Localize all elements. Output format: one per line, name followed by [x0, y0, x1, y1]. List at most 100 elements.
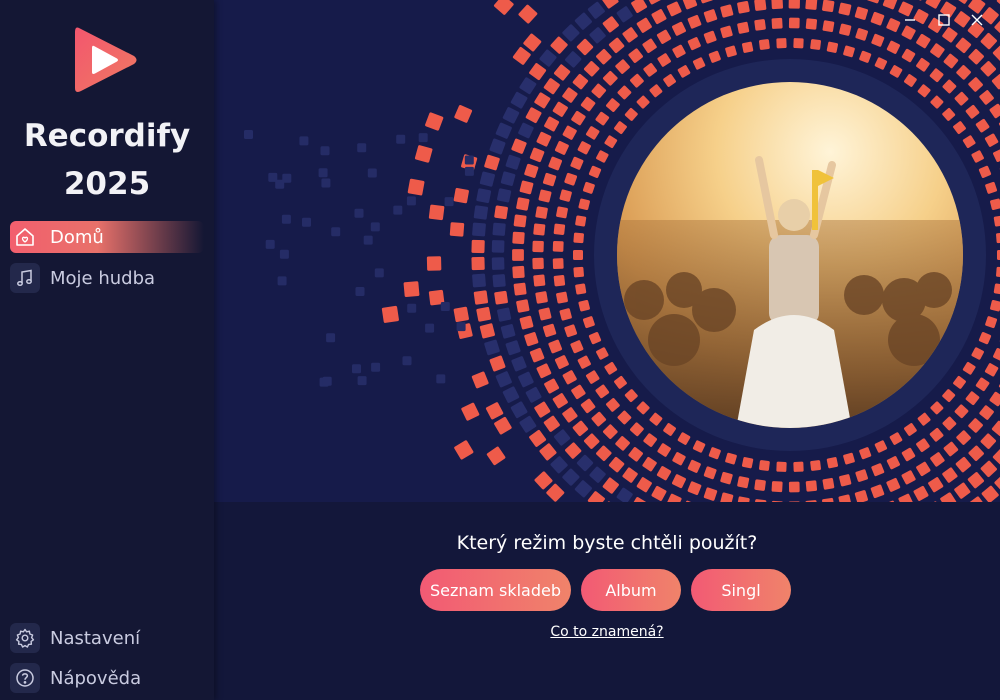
equalizer-tile [993, 348, 1000, 362]
equalizer-tile [578, 198, 590, 211]
background-tile [406, 196, 416, 206]
equalizer-tile [708, 447, 721, 460]
close-icon[interactable] [967, 10, 987, 30]
equalizer-tile [543, 78, 560, 95]
playlist-button[interactable]: Seznam skladeb [420, 569, 571, 611]
equalizer-tile [720, 492, 734, 502]
equalizer-tile [529, 429, 547, 447]
equalizer-tile [536, 363, 552, 379]
equalizer-tile [980, 433, 997, 449]
minimize-icon[interactable] [900, 10, 920, 30]
equalizer-tile [725, 45, 737, 58]
background-tile [370, 222, 380, 232]
equalizer-tile [524, 332, 539, 347]
equalizer-tile [570, 340, 584, 354]
background-tile [374, 268, 384, 278]
equalizer-tile [562, 87, 578, 103]
equalizer-tile [576, 38, 594, 56]
sidebar-item-label: Nápověda [50, 667, 142, 689]
equalizer-tile [536, 131, 552, 147]
equalizer-tile [449, 222, 465, 237]
equalizer-tile [583, 433, 600, 449]
equalizer-tile [575, 283, 587, 295]
mode-question: Který režim byste chtěli použít? [456, 532, 758, 554]
background-tile [318, 168, 328, 178]
equalizer-tile [942, 389, 956, 403]
equalizer-tile [771, 17, 783, 29]
equalizer-tile [407, 178, 425, 196]
equalizer-tile [975, 118, 990, 133]
background-tile [393, 205, 403, 215]
equalizer-tile [614, 375, 627, 389]
background-tile [402, 356, 412, 366]
equalizer-tile [512, 46, 531, 65]
sidebar-item-home[interactable]: Domů [10, 221, 204, 253]
equalizer-tile [587, 1, 605, 19]
equalizer-tile [553, 64, 571, 81]
equalizer-tile [562, 468, 580, 486]
equalizer-tile [518, 371, 534, 388]
equalizer-tile [979, 90, 994, 105]
mode-selection-panel: Který režim byste chtěli použít? Seznam … [214, 502, 1000, 700]
maximize-icon[interactable] [934, 10, 954, 30]
equalizer-tile [985, 316, 998, 329]
equalizer-tile [886, 477, 901, 492]
equalizer-tile [572, 420, 589, 437]
equalizer-tile [529, 63, 547, 81]
what-does-it-mean-link[interactable]: Co to znamená? [214, 624, 1000, 640]
equalizer-tile [518, 122, 534, 139]
equalizer-tile [588, 332, 602, 345]
app-title-line2: 2025 [63, 166, 151, 202]
equalizer-tile [953, 121, 966, 135]
equalizer-tile [512, 265, 525, 279]
equalizer-tile [426, 256, 442, 271]
equalizer-tile [656, 466, 672, 481]
equalizer-tile [708, 50, 721, 63]
equalizer-tile [788, 17, 800, 29]
equalizer-tile [994, 474, 1000, 492]
album-button[interactable]: Album [581, 569, 681, 611]
background-tile [363, 235, 373, 245]
equalizer-tile [910, 0, 927, 1]
equalizer-tile [980, 32, 997, 50]
equalizer-tile [930, 452, 945, 467]
equalizer-tile [577, 355, 591, 369]
equalizer-tile [741, 41, 754, 53]
equalizer-tile [980, 460, 997, 478]
equalizer-tile [867, 0, 882, 4]
equalizer-tile [542, 172, 557, 187]
equalizer-tile [606, 398, 620, 412]
sidebar-item-settings[interactable]: Nastavení [10, 622, 204, 654]
equalizer-tile [510, 401, 528, 419]
equalizer-tile [454, 105, 473, 123]
equalizer-tile [943, 53, 959, 69]
equalizer-tile [497, 307, 512, 322]
single-button[interactable]: Singl [691, 569, 791, 611]
equalizer-tile [578, 299, 590, 312]
equalizer-tile [871, 463, 885, 477]
sidebar-item-help[interactable]: Nápověda [10, 662, 204, 694]
equalizer-tile [519, 315, 534, 330]
equalizer-tile [942, 467, 958, 483]
equalizer-tile [492, 222, 506, 236]
equalizer-tile [454, 440, 474, 460]
background-tile [456, 322, 466, 332]
equalizer-tile [485, 402, 504, 420]
equalizer-tile [672, 474, 686, 489]
background-tile [321, 178, 331, 188]
equalizer-tile [497, 188, 512, 203]
equalizer-tile [622, 27, 638, 43]
equalizer-tile [666, 493, 682, 502]
background-tile [320, 146, 330, 156]
background-tile [331, 227, 341, 237]
equalizer-tile [967, 472, 985, 489]
equalizer-tile [573, 250, 583, 260]
equalizer-tile [519, 415, 537, 433]
equalizer-tile [955, 456, 972, 473]
sidebar-item-my-music[interactable]: Moje hudba [10, 262, 204, 294]
equalizer-tile [596, 48, 612, 65]
equalizer-tile [473, 205, 489, 220]
equalizer-tile [917, 84, 931, 98]
equalizer-tile [534, 92, 551, 109]
background-tile [244, 130, 253, 139]
